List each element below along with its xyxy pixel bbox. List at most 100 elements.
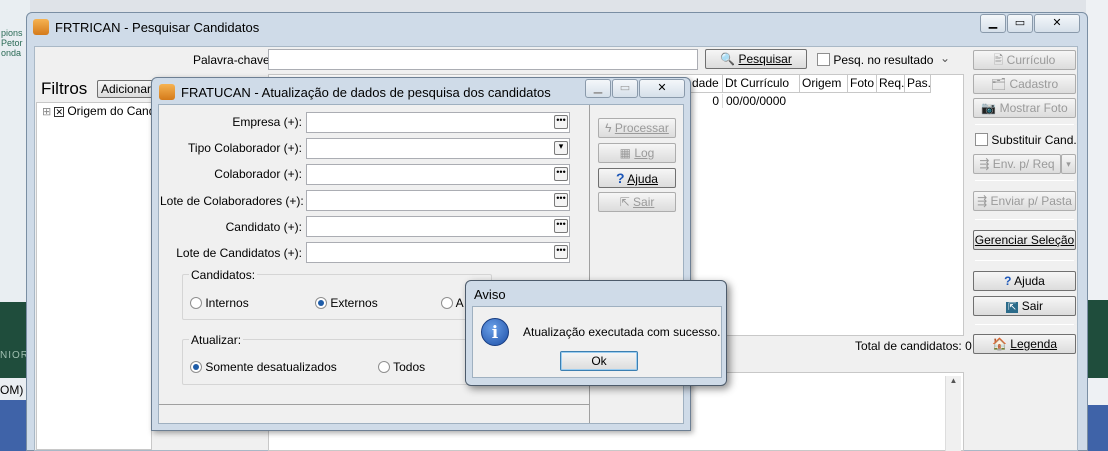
desktop-right (1086, 0, 1108, 451)
separator (975, 124, 1074, 125)
search-icon: 🔍 (720, 52, 736, 66)
search-in-result-checkbox[interactable]: Pesq. no resultado (817, 53, 933, 67)
dialog-status-divider (159, 404, 589, 405)
desktop-left-text3: OM) (0, 383, 24, 397)
ellipsis-icon[interactable]: ••• (554, 219, 568, 233)
atualizar-group-label: Atualizar: (189, 333, 244, 347)
grid-cell-date: 00/00/0000 (726, 94, 787, 108)
radio-ambos-dot[interactable] (441, 297, 453, 309)
substituir-box[interactable] (975, 133, 988, 146)
column-header-dt-curriculo[interactable]: Dt Currículo (723, 75, 800, 93)
aviso-message: Atualização executada com sucesso. (523, 325, 721, 339)
radio-internos[interactable]: Internos (190, 296, 249, 310)
field-label-lote-colaboradores: Lote de Colaboradores (+): (160, 194, 304, 208)
separator (975, 219, 1074, 220)
radio-externos[interactable]: Externos (315, 296, 378, 310)
send-icon: ⇶ (979, 157, 990, 171)
radio-internos-dot[interactable] (190, 297, 202, 309)
cadastro-button[interactable]: 🗂 Cadastro (973, 74, 1076, 94)
desktop-right-green (1086, 300, 1108, 378)
filters-title: Filtros (41, 79, 88, 98)
radio-ambos[interactable]: A (441, 296, 464, 310)
radio-externos-dot[interactable] (315, 297, 327, 309)
env-req-dropdown[interactable]: ▾ (1061, 154, 1076, 174)
search-in-result-box[interactable] (817, 53, 830, 66)
notes-scrollbar[interactable]: ▲ (945, 376, 961, 451)
search-button[interactable]: 🔍 Pesquisar (705, 49, 807, 69)
dialog-maximize-button[interactable]: ▭ (612, 79, 638, 98)
keyword-input[interactable] (268, 49, 698, 70)
separator (975, 180, 1074, 181)
tree-item-origem[interactable]: ⊞ ✕ Origem do Cand (42, 104, 155, 118)
colaborador-input[interactable] (306, 164, 570, 185)
ok-button[interactable]: Ok (560, 351, 638, 371)
column-header-idade[interactable]: dade (690, 75, 723, 93)
separator (975, 324, 1074, 325)
app-icon (33, 19, 49, 35)
radio-somente-desatualizados[interactable]: Somente desatualizados (190, 360, 337, 374)
candidato-input[interactable] (306, 216, 570, 237)
dialog-minimize-button[interactable]: ▁ (585, 79, 611, 98)
mostrar-foto-button[interactable]: 📷 Mostrar Foto (973, 98, 1076, 118)
field-label-empresa: Empresa (+): (232, 115, 302, 129)
candidatos-group-label: Candidatos: (189, 268, 258, 282)
dialog-title: FRATUCAN - Atualização de dados de pesqu… (181, 85, 551, 100)
tipo-colaborador-select[interactable] (306, 138, 570, 159)
radio-todos-dot[interactable] (378, 361, 390, 373)
column-header-origem[interactable]: Origem (800, 75, 848, 93)
send-folder-icon: ⇶ (977, 194, 988, 208)
ellipsis-icon[interactable]: ••• (554, 115, 568, 129)
exit-icon: ⇱ (1005, 302, 1019, 313)
desktop-right-blue (1086, 405, 1108, 451)
user-card-icon: 🗂 (990, 77, 1007, 91)
empresa-input[interactable] (306, 112, 570, 133)
dialog-app-icon (159, 84, 175, 100)
column-header-req[interactable]: Req. (877, 75, 905, 93)
minimize-button[interactable]: ▁ (980, 14, 1006, 33)
radio-todos[interactable]: Todos (378, 360, 425, 374)
column-header-pas[interactable]: Pas. (905, 75, 931, 93)
substituir-checkbox[interactable]: Substituir Cand. (975, 133, 1077, 147)
field-label-tipo-colaborador: Tipo Colaborador (+): (188, 141, 302, 155)
aviso-title: Aviso (474, 287, 506, 302)
log-button[interactable]: ▦ Log (598, 143, 676, 163)
processar-button[interactable]: ϟ Processar (598, 118, 676, 138)
maximize-button[interactable]: ▭ (1007, 14, 1033, 33)
lote-candidatos-input[interactable] (306, 242, 570, 263)
dialog-sair-button[interactable]: ⇱ Sair (598, 192, 676, 212)
field-label-lote-candidatos: Lote de Candidatos (+): (176, 246, 302, 260)
dialog-close-button[interactable]: ✕ (639, 79, 685, 98)
desktop-left-text2: NIOR (0, 350, 29, 361)
ellipsis-icon[interactable]: ••• (554, 167, 568, 181)
column-header-foto[interactable]: Foto (848, 75, 877, 93)
ajuda-button[interactable]: ? Ajuda (973, 271, 1076, 291)
help-icon: ? (616, 170, 625, 186)
chevron-down-icon[interactable]: ⌄ (940, 51, 950, 65)
add-filter-button[interactable]: Adicionar (97, 80, 155, 98)
curriculo-button[interactable]: 🖹 Currículo (973, 50, 1076, 70)
close-button[interactable]: ✕ (1034, 14, 1080, 33)
info-icon: i (481, 318, 509, 346)
env-req-button[interactable]: ⇶ Env. p/ Req (973, 154, 1061, 174)
field-label-colaborador: Colaborador (+): (214, 167, 302, 181)
ellipsis-icon[interactable]: ••• (554, 193, 568, 207)
gerenciar-selecao-button[interactable]: Gerenciar Seleção (973, 230, 1076, 250)
lote-colaboradores-input[interactable] (306, 190, 570, 211)
total-candidates: Total de candidatos: 0 (855, 339, 972, 353)
checked-icon[interactable]: ✕ (54, 107, 65, 117)
expand-icon[interactable]: ⊞ (42, 106, 51, 118)
help-icon: ? (1004, 274, 1012, 288)
document-icon: 🖹 (993, 53, 1004, 67)
ellipsis-icon[interactable]: ••• (554, 245, 568, 259)
lightning-icon: ϟ (605, 121, 612, 135)
desktop-left-text: pions Petor onda (1, 28, 23, 58)
exit-icon: ⇱ (619, 195, 630, 209)
keyword-label: Palavra-chave: (193, 53, 274, 67)
sair-button[interactable]: ⇱ Sair (973, 296, 1076, 316)
enviar-pasta-button[interactable]: ⇶ Enviar p/ Pasta (973, 191, 1076, 211)
chevron-down-icon[interactable]: ▾ (554, 141, 568, 155)
dialog-ajuda-button[interactable]: ? Ajuda (598, 168, 676, 188)
radio-desatualizados-dot[interactable] (190, 361, 202, 373)
legenda-button[interactable]: 🏠 Legenda (973, 334, 1076, 354)
field-label-candidato: Candidato (+): (225, 220, 302, 234)
